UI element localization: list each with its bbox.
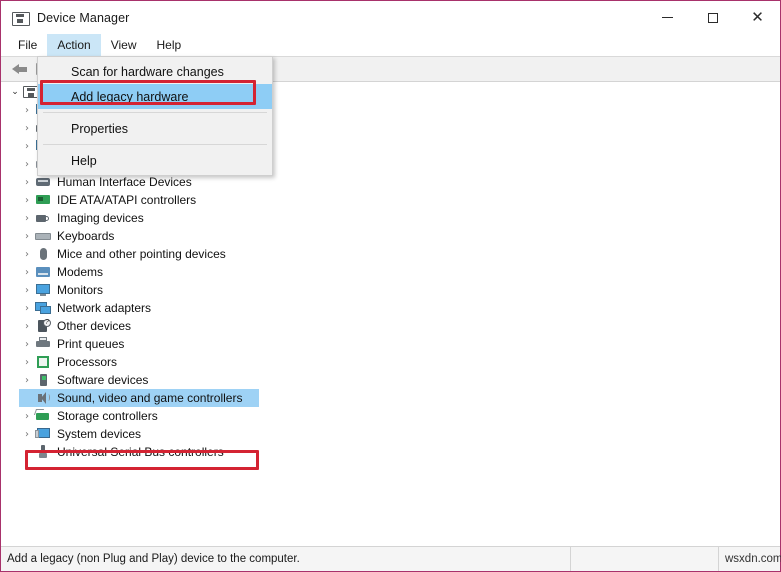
back-arrow-icon <box>12 64 27 75</box>
chevron-down-icon[interactable]: ⌄ <box>7 87 23 97</box>
menu-separator <box>43 112 267 113</box>
tree-item-label: IDE ATA/ATAPI controllers <box>57 193 196 207</box>
system-device-icon <box>35 426 51 442</box>
chevron-right-icon[interactable]: › <box>19 177 35 188</box>
chevron-right-icon[interactable]: › <box>19 213 35 224</box>
tree-item-other-devices[interactable]: › ? Other devices <box>1 317 780 335</box>
usb-icon <box>35 444 51 460</box>
software-device-icon <box>35 372 51 388</box>
processor-icon <box>35 354 51 370</box>
unknown-device-icon: ? <box>35 318 51 334</box>
tree-item-label: Sound, video and game controllers <box>57 391 242 405</box>
window-controls: ✕ <box>645 1 780 34</box>
tree-item-label: Network adapters <box>57 301 151 315</box>
status-middle-pane <box>571 547 719 571</box>
maximize-icon <box>708 13 718 23</box>
status-message: Add a legacy (non Plug and Play) device … <box>1 547 571 571</box>
tree-item-usb-controllers[interactable]: › Universal Serial Bus controllers <box>1 443 780 461</box>
chevron-right-icon[interactable]: › <box>19 159 35 170</box>
close-icon: ✕ <box>751 10 764 25</box>
menu-help[interactable]: Help <box>147 34 192 56</box>
status-bar: Add a legacy (non Plug and Play) device … <box>1 546 780 571</box>
chevron-right-icon[interactable]: › <box>19 339 35 350</box>
tree-item-print-queues[interactable]: › Print queues <box>1 335 780 353</box>
tree-item-label: Mice and other pointing devices <box>57 247 226 261</box>
menu-action[interactable]: Action <box>47 34 100 56</box>
menu-item-help[interactable]: Help <box>38 148 272 173</box>
menu-separator <box>43 144 267 145</box>
tree-item-label: Other devices <box>57 319 131 333</box>
title-bar: Device Manager ✕ <box>1 1 780 34</box>
tree-item-imaging-devices[interactable]: › Imaging devices <box>1 209 780 227</box>
chevron-right-icon[interactable]: › <box>19 195 35 206</box>
chevron-right-icon[interactable]: › <box>19 249 35 260</box>
printer-icon <box>35 336 51 352</box>
tree-item-label: Processors <box>57 355 117 369</box>
menu-item-scan-for-hardware-changes[interactable]: Scan for hardware changes <box>38 59 272 84</box>
tree-item-label: Storage controllers <box>57 409 158 423</box>
tree-item-ide-controllers[interactable]: › IDE ATA/ATAPI controllers <box>1 191 780 209</box>
close-button[interactable]: ✕ <box>735 1 780 34</box>
camera-icon <box>35 210 51 226</box>
tree-item-label: Human Interface Devices <box>57 175 192 189</box>
tree-item-monitors[interactable]: › Monitors <box>1 281 780 299</box>
modem-icon <box>35 264 51 280</box>
chevron-right-icon[interactable]: › <box>19 141 35 152</box>
tree-item-label: System devices <box>57 427 141 441</box>
tree-item-keyboards[interactable]: › Keyboards <box>1 227 780 245</box>
device-manager-icon <box>12 10 28 26</box>
tree-item-sound-video-game-controllers[interactable]: › Sound, video and game controllers <box>1 389 780 407</box>
chevron-right-icon[interactable]: › <box>19 375 35 386</box>
action-dropdown-menu[interactable]: Scan for hardware changes Add legacy har… <box>37 56 273 176</box>
tree-item-label: Software devices <box>57 373 148 387</box>
menu-file[interactable]: File <box>8 34 47 56</box>
speaker-icon <box>35 390 51 406</box>
watermark: wsxdn.com <box>719 547 781 571</box>
menu-item-properties[interactable]: Properties <box>38 116 272 141</box>
tree-item-storage-controllers[interactable]: › Storage controllers <box>1 407 780 425</box>
menu-bar: File Action View Help <box>1 34 780 57</box>
chevron-right-icon[interactable]: › <box>19 105 35 116</box>
menu-item-add-legacy-hardware[interactable]: Add legacy hardware <box>38 84 272 109</box>
device-manager-window: Device Manager ✕ File Action View Help ⌄ <box>0 0 781 572</box>
tree-item-mice[interactable]: › Mice and other pointing devices <box>1 245 780 263</box>
chevron-right-icon[interactable]: › <box>19 357 35 368</box>
tree-item-system-devices[interactable]: › System devices <box>1 425 780 443</box>
chevron-right-icon[interactable]: › <box>19 285 35 296</box>
keyboard-icon <box>35 228 51 244</box>
tree-item-label: Imaging devices <box>57 211 144 225</box>
menu-view[interactable]: View <box>101 34 147 56</box>
ide-controller-icon <box>35 192 51 208</box>
chevron-right-icon[interactable]: › <box>19 303 35 314</box>
tree-item-processors[interactable]: › Processors <box>1 353 780 371</box>
maximize-button[interactable] <box>690 1 735 34</box>
storage-controller-icon <box>35 408 51 424</box>
chevron-right-icon[interactable]: › <box>19 447 35 458</box>
tree-item-label: Print queues <box>57 337 124 351</box>
monitor-icon <box>35 282 51 298</box>
hid-icon <box>35 174 51 190</box>
chevron-right-icon[interactable]: › <box>19 321 35 332</box>
mouse-icon <box>35 246 51 262</box>
chevron-right-icon[interactable]: › <box>19 429 35 440</box>
chevron-right-icon[interactable]: › <box>19 123 35 134</box>
back-button[interactable] <box>7 59 31 79</box>
window-title: Device Manager <box>37 11 129 25</box>
chevron-right-icon[interactable]: › <box>19 231 35 242</box>
tree-item-label: Modems <box>57 265 103 279</box>
tree-item-modems[interactable]: › Modems <box>1 263 780 281</box>
tree-item-label: Monitors <box>57 283 103 297</box>
tree-item-label: Keyboards <box>57 229 114 243</box>
minimize-icon <box>662 17 673 18</box>
chevron-right-icon[interactable]: › <box>19 267 35 278</box>
minimize-button[interactable] <box>645 1 690 34</box>
chevron-right-icon[interactable]: › <box>19 411 35 422</box>
network-adapter-icon <box>35 300 51 316</box>
tree-item-label: Universal Serial Bus controllers <box>57 445 224 459</box>
tree-item-network-adapters[interactable]: › Network adapters <box>1 299 780 317</box>
tree-item-software-devices[interactable]: › Software devices <box>1 371 780 389</box>
